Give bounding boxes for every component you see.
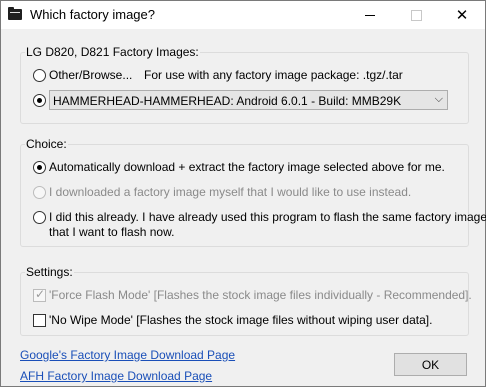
factory-image-selected: HAMMERHEAD-HAMMERHEAD: Android 6.0.1 - B… (53, 94, 402, 108)
maximize-icon (410, 9, 422, 21)
already-flashed-radio[interactable] (33, 211, 46, 224)
other-browse-radio[interactable] (33, 69, 46, 82)
already-flashed-label-line2[interactable]: that I want to flash now. (49, 225, 174, 239)
other-browse-hint: For use with any factory image package: … (144, 68, 403, 82)
folder-icon (8, 7, 22, 20)
afh-factory-image-link[interactable]: AFH Factory Image Download Page (20, 369, 212, 383)
close-icon: ✕ (455, 5, 469, 24)
google-factory-image-link[interactable]: Google's Factory Image Download Page (20, 348, 235, 362)
no-wipe-label[interactable]: 'No Wipe Mode' [Flashes the stock image … (49, 313, 432, 327)
ok-button[interactable]: OK (394, 353, 467, 376)
dialog-window: Which factory image? ✕ LG D820, D821 Fac… (0, 0, 486, 387)
manual-download-radio (33, 186, 46, 199)
minimize-button[interactable] (347, 1, 393, 29)
close-button[interactable]: ✕ (439, 1, 485, 29)
choice-legend: Choice: (25, 137, 68, 151)
other-browse-label[interactable]: Other/Browse... (49, 68, 132, 82)
auto-download-radio[interactable] (33, 161, 46, 174)
force-flash-label: 'Force Flash Mode' [Flashes the stock im… (49, 288, 472, 302)
force-flash-checkbox: ✓ (33, 287, 46, 302)
settings-legend: Settings: (25, 265, 74, 279)
factory-image-radio[interactable] (33, 94, 46, 107)
auto-download-label[interactable]: Automatically download + extract the fac… (49, 160, 445, 174)
maximize-button[interactable] (393, 1, 439, 29)
factory-images-legend: LG D820, D821 Factory Images: (25, 45, 200, 59)
window-title: Which factory image? (30, 7, 155, 22)
title-bar[interactable]: Which factory image? ✕ (1, 1, 485, 29)
no-wipe-checkbox[interactable] (33, 314, 46, 327)
factory-image-dropdown[interactable]: HAMMERHEAD-HAMMERHEAD: Android 6.0.1 - B… (49, 90, 448, 110)
manual-download-label: I downloaded a factory image myself that… (49, 185, 412, 199)
factory-images-group (20, 52, 469, 124)
chevron-down-icon: ⌵ (434, 92, 443, 105)
checkmark-icon: ✓ (35, 287, 46, 301)
already-flashed-label-line1[interactable]: I did this already. I have already used … (49, 210, 486, 224)
minimize-icon (365, 14, 375, 16)
